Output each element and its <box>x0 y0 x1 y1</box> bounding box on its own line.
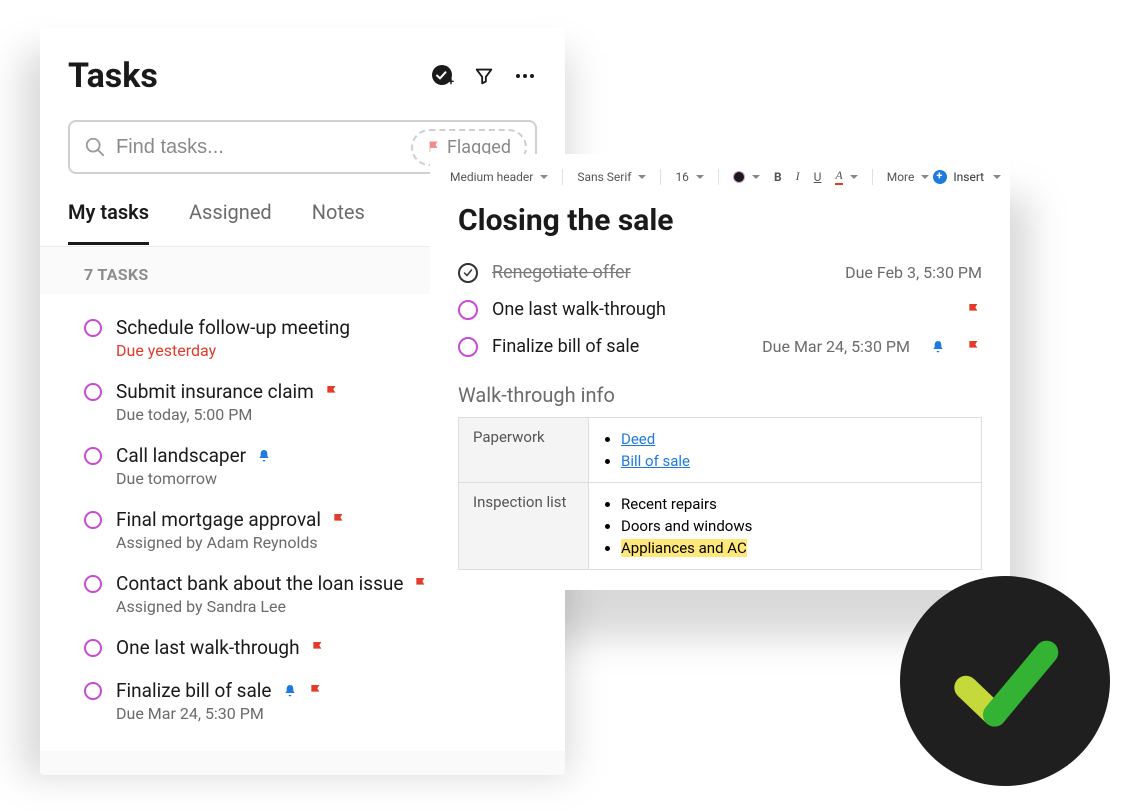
list-item[interactable]: Recent repairs <box>621 493 967 515</box>
table-cell[interactable]: Recent repairs Doors and windows Applian… <box>589 483 982 570</box>
task-checkbox-done[interactable] <box>458 263 478 283</box>
tasks-title: Tasks <box>68 56 158 96</box>
task-title: One last walk-through <box>116 636 300 659</box>
task-due: Due Feb 3, 5:30 PM <box>845 263 982 282</box>
fontsize-dropdown[interactable]: 16 <box>671 168 708 186</box>
task-checkbox[interactable] <box>84 383 102 401</box>
tab-assigned[interactable]: Assigned <box>189 200 272 245</box>
highlight-picker[interactable]: A <box>831 166 861 187</box>
svg-text:+: + <box>448 75 454 88</box>
flag-icon <box>324 384 340 400</box>
flag-icon <box>310 640 326 656</box>
list-item[interactable]: Appliances and AC <box>621 537 967 559</box>
add-task-icon[interactable]: + <box>431 64 455 88</box>
task-title: Finalize bill of sale <box>116 679 272 702</box>
task-row[interactable]: One last walk-through <box>40 626 565 669</box>
task-title: Schedule follow-up meeting <box>116 316 350 339</box>
more-icon[interactable] <box>513 64 537 88</box>
task-title: Contact bank about the loan issue <box>116 572 403 595</box>
task-title: Submit insurance claim <box>116 380 314 403</box>
editor-task-row[interactable]: Renegotiate offer Due Feb 3, 5:30 PM <box>458 254 982 291</box>
text-color-picker[interactable] <box>729 169 764 185</box>
task-row[interactable]: Finalize bill of sale Due Mar 24, 5:30 PM <box>40 669 565 733</box>
flag-icon <box>331 512 347 528</box>
task-checkbox[interactable] <box>84 682 102 700</box>
task-checkbox[interactable] <box>84 511 102 529</box>
bell-icon <box>256 448 272 464</box>
table-key[interactable]: Inspection list <box>459 483 589 570</box>
task-title: Final mortgage approval <box>116 508 321 531</box>
insert-button[interactable]: Insert <box>933 170 1001 184</box>
editor-panel: Medium header Sans Serif 16 B I U A More… <box>430 154 1010 590</box>
task-subtitle: Due Mar 24, 5:30 PM <box>116 704 537 723</box>
filter-icon[interactable] <box>473 65 495 87</box>
flag-icon <box>413 576 429 592</box>
editor-toolbar: Medium header Sans Serif 16 B I U A More… <box>430 166 1010 197</box>
editor-task-row[interactable]: One last walk-through <box>458 291 982 328</box>
task-checkbox[interactable] <box>84 639 102 657</box>
more-dropdown[interactable]: More <box>883 168 934 186</box>
table-cell[interactable]: Deed Bill of sale <box>589 418 982 483</box>
task-checkbox[interactable] <box>84 319 102 337</box>
table-row: Paperwork Deed Bill of sale <box>459 418 982 483</box>
task-subtitle: Assigned by Sandra Lee <box>116 597 537 616</box>
highlighted-text: Appliances and AC <box>621 539 747 557</box>
tab-my-tasks[interactable]: My tasks <box>68 200 149 245</box>
task-checkbox[interactable] <box>458 337 478 357</box>
link-bill-of-sale[interactable]: Bill of sale <box>621 452 690 470</box>
search-input[interactable] <box>116 136 411 159</box>
bell-icon <box>930 339 946 355</box>
checkmark-badge <box>900 576 1110 786</box>
section-heading[interactable]: Walk-through info <box>458 383 982 407</box>
insert-label: Insert <box>953 170 984 184</box>
table-row: Inspection list Recent repairs Doors and… <box>459 483 982 570</box>
task-title: One last walk-through <box>492 299 946 320</box>
heading-dropdown[interactable]: Medium header <box>446 168 552 186</box>
task-checkbox[interactable] <box>84 447 102 465</box>
task-due: Due Mar 24, 5:30 PM <box>762 337 910 356</box>
task-title: Renegotiate offer <box>492 262 831 283</box>
editor-task-row[interactable]: Finalize bill of sale Due Mar 24, 5:30 PM <box>458 328 982 365</box>
table-key[interactable]: Paperwork <box>459 418 589 483</box>
tab-notes[interactable]: Notes <box>312 200 365 245</box>
link-deed[interactable]: Deed <box>621 430 655 448</box>
task-title: Finalize bill of sale <box>492 336 748 357</box>
walk-through-table: Paperwork Deed Bill of sale Inspection l… <box>458 417 982 570</box>
flag-icon <box>966 339 982 355</box>
underline-button[interactable]: U <box>810 168 826 186</box>
task-title: Call landscaper <box>116 444 246 467</box>
plus-icon <box>933 170 947 184</box>
bold-button[interactable]: B <box>770 168 786 186</box>
search-icon <box>84 136 106 158</box>
flag-icon <box>966 302 982 318</box>
document-title[interactable]: Closing the sale <box>458 203 982 238</box>
task-checkbox[interactable] <box>84 575 102 593</box>
flag-icon <box>427 140 441 154</box>
italic-button[interactable]: I <box>792 167 804 186</box>
bell-icon <box>282 683 298 699</box>
font-dropdown[interactable]: Sans Serif <box>573 168 650 186</box>
flag-icon <box>308 683 324 699</box>
task-checkbox[interactable] <box>458 300 478 320</box>
list-item[interactable]: Doors and windows <box>621 515 967 537</box>
